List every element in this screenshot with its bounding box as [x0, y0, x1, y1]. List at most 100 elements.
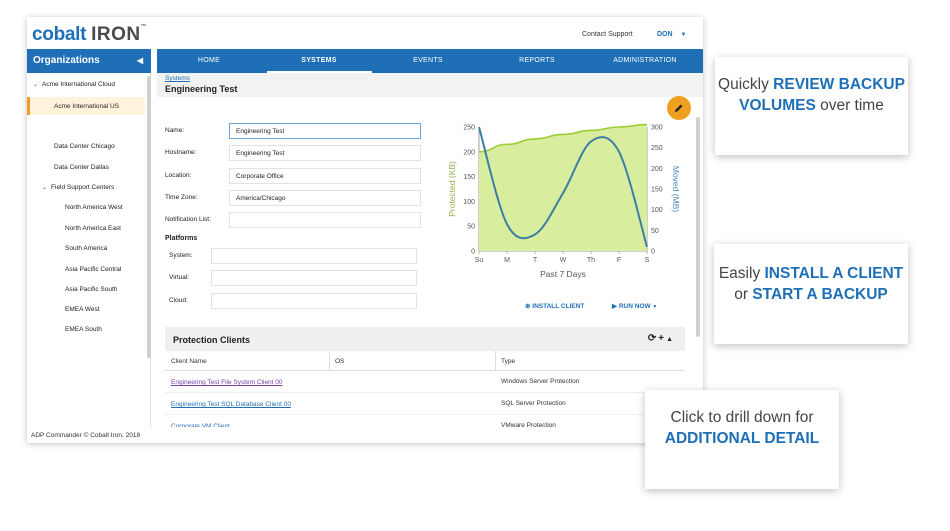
x-axis-tick-label: T: [533, 257, 538, 264]
contact-support-link[interactable]: Contact Support: [582, 31, 633, 38]
page-header: Systems Engineering Test: [157, 73, 703, 97]
top-bar: cobalt IRON™ Contact Support DON ▼: [27, 17, 703, 49]
tree-item-emea-west[interactable]: EMEA West: [65, 306, 100, 313]
location-field[interactable]: Corporate Office: [229, 168, 421, 184]
tree-item-acme-us[interactable]: Acme International US: [27, 97, 145, 115]
tree-item-field-support[interactable]: ⌄ Field Support Centers: [42, 184, 114, 191]
sidebar-scrollbar[interactable]: [147, 76, 151, 358]
tree-item-label: Acme International US: [54, 103, 120, 110]
right-axis-tick-label: 200: [651, 166, 663, 173]
callout-text: Easily: [718, 265, 765, 282]
right-axis-tick-label: 100: [651, 207, 663, 214]
timezone-label: Time Zone:: [165, 194, 198, 201]
protection-clients-tools: ⟳+▲: [648, 333, 675, 344]
user-menu[interactable]: DON ▼: [657, 31, 686, 38]
left-axis-label: Protected (KB): [447, 161, 457, 217]
main-content: Systems Engineering Test Name: Engineeri…: [157, 73, 703, 437]
left-axis-tick-label: 150: [463, 174, 475, 181]
user-name: DON: [657, 31, 673, 38]
install-client-button[interactable]: ⊕ INSTALL CLIENT: [525, 302, 584, 310]
column-divider: [495, 351, 496, 371]
main-scrollbar[interactable]: [696, 117, 700, 337]
run-now-label: RUN NOW: [618, 303, 651, 310]
column-divider: [329, 351, 330, 371]
main-nav: HOME SYSTEMS EVENTS REPORTS ADMINISTRATI…: [157, 49, 703, 73]
tree-item-apac-south[interactable]: Asia Pacific South: [65, 286, 117, 293]
tree-item-apac-central[interactable]: Asia Pacific Central: [65, 266, 121, 273]
protection-clients-title: Protection Clients: [173, 335, 251, 345]
nav-events[interactable]: EVENTS: [413, 57, 443, 64]
nav-administration[interactable]: ADMINISTRATION: [613, 57, 677, 64]
install-client-icon: ⊕: [525, 303, 531, 310]
tree-item-dallas[interactable]: Data Center Dallas: [54, 164, 109, 171]
logo-brand-text: cobalt: [32, 24, 87, 45]
client-name-link[interactable]: Engineering Test SQL Database Client 00: [171, 401, 291, 408]
nav-home[interactable]: HOME: [198, 57, 220, 64]
callout-highlight: START A BACKUP: [752, 286, 888, 303]
cloud-label: Cloud:: [169, 297, 188, 304]
collapse-sidebar-icon[interactable]: ◀: [137, 56, 143, 65]
platforms-title: Platforms: [165, 235, 198, 242]
left-axis-tick-label: 100: [463, 199, 475, 206]
column-type[interactable]: Type: [501, 358, 515, 365]
virtual-field[interactable]: [211, 270, 417, 286]
cobalt-iron-logo[interactable]: cobalt IRON™: [32, 24, 147, 46]
organizations-title: Organizations: [33, 55, 100, 66]
tree-item-emea-south[interactable]: EMEA South: [65, 326, 102, 333]
run-now-button[interactable]: ▶ RUN NOW ▼: [612, 302, 657, 310]
protected-area-fill: [479, 124, 647, 251]
right-axis-tick-label: 150: [651, 187, 663, 194]
timezone-field[interactable]: America/Chicago: [229, 190, 421, 206]
right-axis-tick-label: 0: [651, 249, 655, 256]
name-field[interactable]: Engineering Test: [229, 123, 421, 139]
x-axis-tick-label: Th: [587, 257, 595, 264]
tree-item-na-east[interactable]: North America East: [65, 225, 121, 232]
x-axis-tick-label: M: [504, 257, 510, 264]
protection-clients-columns: Client Name OS Type: [165, 351, 685, 371]
tree-item-south-america[interactable]: South America: [65, 245, 107, 252]
x-axis-tick-label: Su: [475, 257, 484, 264]
tree-item-acme-cloud[interactable]: ⌄ Acme International Cloud: [33, 81, 115, 88]
install-client-label: INSTALL CLIENT: [532, 303, 585, 310]
client-type: Windows Server Protection: [501, 378, 580, 385]
collapse-up-icon[interactable]: ▲: [666, 336, 675, 343]
right-axis-tick-label: 250: [651, 145, 663, 152]
edit-button[interactable]: [667, 96, 691, 120]
nav-reports[interactable]: REPORTS: [519, 57, 555, 64]
organizations-header: Organizations ◀: [27, 49, 151, 73]
footer: ADP Commander © Cobalt Iron, 2018: [27, 427, 703, 443]
left-axis-tick-label: 0: [471, 249, 475, 256]
table-row[interactable]: Engineering Test File System Client 00 W…: [165, 371, 685, 393]
system-field[interactable]: [211, 248, 417, 264]
name-label: Name:: [165, 127, 185, 134]
tree-item-na-west[interactable]: North America West: [65, 204, 123, 211]
logo-iron-text: IRON: [91, 24, 141, 45]
location-label: Location:: [165, 172, 192, 179]
hostname-label: Hostname:: [165, 149, 197, 156]
chevron-down-icon[interactable]: ⌄: [33, 82, 38, 88]
right-axis-tick-label: 50: [651, 228, 659, 235]
callout-highlight: ADDITIONAL DETAIL: [664, 430, 820, 447]
add-icon[interactable]: +: [658, 333, 666, 344]
logo-tm: ™: [140, 24, 147, 30]
tree-item-chicago[interactable]: Data Center Chicago: [54, 143, 115, 150]
left-axis-tick-label: 50: [467, 224, 475, 231]
table-row[interactable]: Engineering Test SQL Database Client 00 …: [165, 393, 685, 415]
notification-list-field[interactable]: [229, 212, 421, 228]
system-label: System:: [169, 252, 193, 259]
refresh-icon[interactable]: ⟳: [648, 333, 658, 344]
pencil-icon: [675, 104, 683, 112]
nav-systems[interactable]: SYSTEMS: [301, 57, 337, 64]
chevron-down-icon[interactable]: ⌄: [42, 185, 47, 191]
breadcrumb-systems[interactable]: Systems: [165, 75, 190, 82]
callout-text: or: [734, 286, 753, 303]
cloud-field[interactable]: [211, 293, 417, 309]
column-os[interactable]: OS: [335, 358, 344, 365]
hostname-field[interactable]: Engineering Test: [229, 145, 421, 161]
chevron-down-icon: ▼: [652, 304, 658, 310]
column-client-name[interactable]: Client Name: [171, 358, 207, 365]
callout-highlight: INSTALL A CLIENT: [764, 265, 904, 282]
callout-text: Click to drill down for: [670, 409, 814, 426]
client-name-link[interactable]: Engineering Test File System Client 00: [171, 379, 283, 386]
protection-clients-header: Protection Clients ⟳+▲: [165, 327, 685, 351]
